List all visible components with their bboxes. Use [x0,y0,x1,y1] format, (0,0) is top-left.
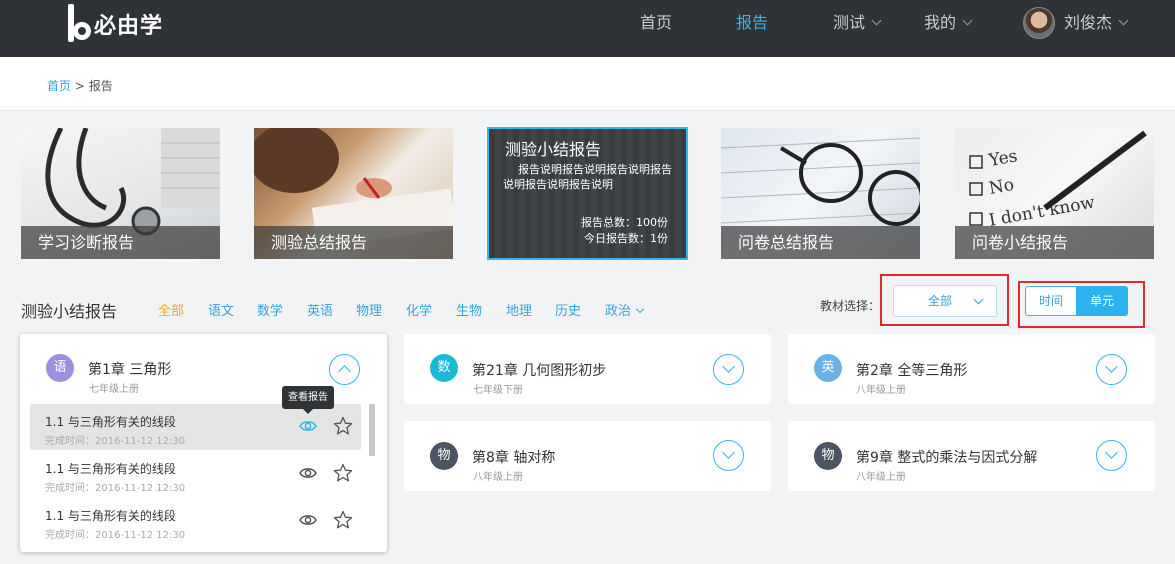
chapter-panel-expanded: 语 第1章 三角形 七年级上册 1.1 与三角形有关的线段 完成时间：2016-… [20,334,387,552]
subject-badge: 英 [814,354,842,382]
lesson-title: 1.1 与三角形有关的线段 [45,462,176,476]
nav-item-test-label: 测试 [833,13,866,32]
top-nav: 必由学 首页 报告 测试 我的 刘俊杰 [0,0,1175,57]
collapse-chapter-icon[interactable] [329,354,360,385]
avatar[interactable] [1023,7,1055,39]
chapter-panel[interactable]: 数 第21章 几何图形初步 七年级下册 [404,334,771,404]
sort-by-unit-button[interactable]: 单元 [1076,286,1128,316]
report-card-desc-line: 说明报告说明报告说明 [503,178,613,191]
subject-filter-chemistry[interactable]: 化学 [406,300,432,319]
chevron-down-icon [871,15,882,26]
subject-filter-history[interactable]: 历史 [555,300,581,319]
breadcrumb-home-link[interactable]: 首页 [47,79,71,93]
report-card-description: 报告说明报告说明报告说明报告 说明报告说明报告说明 [503,162,672,192]
expand-chapter-icon[interactable] [1096,354,1127,385]
report-card-desc-line: 报告说明报告说明报告说明报告 [518,163,672,176]
chevron-down-icon [1118,15,1129,26]
chevron-down-icon [973,294,984,305]
report-card-title: 测验小结报告 [505,140,602,159]
breadcrumb-bar: 首页 > 报告 [0,57,1175,111]
subject-badge: 语 [46,354,74,382]
report-total: 报告总数：100份 [581,216,668,229]
chapter-grade: 八年级上册 [856,472,906,483]
lesson-list-scrollbar[interactable] [369,404,375,456]
breadcrumb-current: 报告 [88,79,113,93]
report-card-label: 学习诊断报告 [21,226,220,259]
nav-item-home[interactable]: 首页 [640,12,672,34]
report-card-label: 问卷小结报告 [955,226,1154,259]
subject-filter-biology[interactable]: 生物 [456,300,482,319]
lesson-title: 1.1 与三角形有关的线段 [45,415,176,429]
report-card-label: 测验总结报告 [254,226,453,259]
material-select-value: 全部 [928,294,953,308]
svg-text:Yes: Yes [986,146,1019,171]
logo[interactable]: 必由学 [62,2,163,46]
nav-item-test[interactable]: 测试 [833,12,882,34]
report-card-quiz-brief[interactable]: 测验小结报告 报告说明报告说明报告说明报告 说明报告说明报告说明 报告总数：10… [487,127,688,260]
chapter-panel[interactable]: 物 第9章 整式的乘法与因式分解 八年级上册 [788,421,1155,491]
material-select[interactable]: 全部 [893,285,997,317]
subject-badge: 数 [430,354,458,382]
lesson-item[interactable]: 1.1 与三角形有关的线段 完成时间：2016-11-12 12:30 [30,451,361,497]
nav-item-report[interactable]: 报告 [736,12,768,34]
chevron-down-icon [635,304,645,314]
breadcrumb-separator: > [74,79,85,93]
star-icon[interactable] [333,416,353,436]
section-title: 测验小结报告 [21,302,118,321]
material-label: 教材选择： [820,299,881,313]
chapter-panel[interactable]: 英 第2章 全等三角形 八年级上册 [788,334,1155,404]
svg-text:No: No [987,175,1015,199]
star-icon[interactable] [333,463,353,483]
report-card-label: 问卷总结报告 [721,226,920,259]
report-today: 今日报告数：1份 [584,232,668,245]
chapter-title: 第2章 全等三角形 [856,363,968,379]
view-report-eye-icon[interactable] [299,513,317,527]
expand-chapter-icon[interactable] [713,354,744,385]
lesson-time: 完成时间：2016-11-12 12:30 [45,483,186,494]
subject-filter-chinese[interactable]: 语文 [208,300,234,319]
lesson-time: 完成时间：2016-11-12 12:30 [45,530,186,541]
chapter-grade: 七年级下册 [473,385,523,396]
report-card-survey-brief[interactable]: Yes No I don't know 问卷小结报告 [955,128,1154,259]
chapter-panel[interactable]: 物 第8章 轴对称 八年级上册 [404,421,771,491]
logo-icon [62,2,92,46]
report-card-quiz-summary[interactable]: 测验总结报告 [254,128,453,259]
view-report-eye-icon[interactable] [299,419,317,433]
chapter-title: 第1章 三角形 [88,362,172,378]
chapter-title: 第8章 轴对称 [472,450,556,466]
user-menu[interactable]: 刘俊杰 [1064,12,1129,34]
subject-badge: 物 [430,442,458,470]
view-report-tooltip: 查看报告 [282,386,334,414]
chapter-title: 第21章 几何图形初步 [472,363,607,379]
view-report-eye-icon[interactable] [299,466,317,480]
chapter-grade: 七年级上册 [89,384,139,395]
subject-filter-all[interactable]: 全部 [158,300,184,319]
lesson-time: 完成时间：2016-11-12 12:30 [45,436,186,447]
subject-filter-math[interactable]: 数学 [257,300,283,319]
chapter-grade: 八年级上册 [856,385,906,396]
chapter-grade: 八年级上册 [473,472,523,483]
subject-filter-english[interactable]: 英语 [307,300,333,319]
subject-filter-geography[interactable]: 地理 [506,300,532,319]
star-icon[interactable] [333,510,353,530]
lesson-item[interactable]: 1.1 与三角形有关的线段 完成时间：2016-11-12 12:30 [30,498,361,544]
report-card-diagnosis[interactable]: 学习诊断报告 [21,128,220,259]
sort-by-time-button[interactable]: 时间 [1025,286,1076,316]
nav-item-mine-label: 我的 [924,13,957,32]
report-card-survey-summary[interactable]: 问卷总结报告 [721,128,920,259]
subject-filter-politics-label: 政治 [605,304,632,319]
chapter-title: 第9章 整式的乘法与因式分解 [856,450,1038,466]
breadcrumb: 首页 > 报告 [47,77,113,94]
expand-chapter-icon[interactable] [1096,440,1127,471]
expand-chapter-icon[interactable] [713,440,744,471]
nav-item-mine[interactable]: 我的 [924,12,973,34]
subject-filter-physics[interactable]: 物理 [356,300,382,319]
lesson-title: 1.1 与三角形有关的线段 [45,509,176,523]
logo-text: 必由学 [94,14,164,39]
user-name: 刘俊杰 [1064,13,1113,32]
subject-filter-politics[interactable]: 政治 [605,300,645,319]
chevron-down-icon [962,15,973,26]
subject-badge: 物 [814,442,842,470]
